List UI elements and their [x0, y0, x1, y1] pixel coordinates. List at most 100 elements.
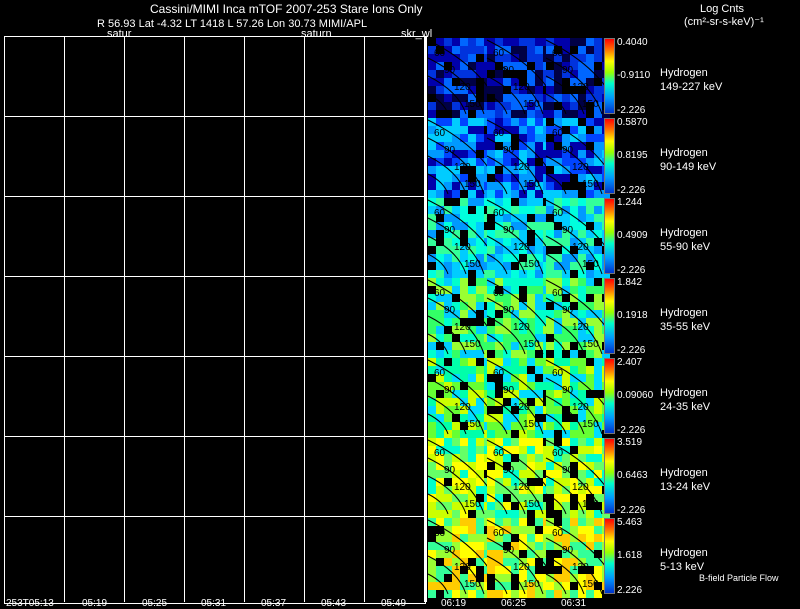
heatmap-cell: [476, 486, 484, 494]
heatmap-cell: [487, 462, 495, 470]
heatmap-cell: [594, 358, 602, 366]
heatmap-cell: [519, 118, 527, 126]
colorbar-min-label: -2.226: [617, 105, 646, 116]
pitch-angle-label: 120: [454, 242, 471, 253]
heatmap-cell: [535, 358, 543, 366]
heatmap-cell: [503, 494, 511, 502]
heatmap-cell: [503, 406, 511, 414]
heatmap-cell: [519, 462, 527, 470]
heatmap-cell: [535, 446, 543, 454]
heatmap-cell: [586, 430, 594, 438]
time-label: 05:37: [261, 598, 287, 609]
pitch-angle-label: 60: [434, 48, 446, 59]
heatmap-cell: [586, 134, 594, 142]
heatmap-cell: [519, 542, 527, 550]
heatmap-cell: [554, 254, 562, 262]
pitch-angle-label: 150: [523, 579, 540, 590]
heatmap-cell: [535, 54, 543, 62]
heatmap-cell: [476, 222, 484, 230]
heatmap-cell: [586, 534, 594, 542]
pitch-angle-label: 60: [552, 208, 564, 219]
heatmap-cell: [460, 142, 468, 150]
heatmap-cell: [503, 486, 511, 494]
heatmap-cell: [436, 390, 444, 398]
heatmap-cell: [527, 590, 535, 598]
heatmap-cell: [562, 406, 570, 414]
heatmap-cell: [535, 462, 543, 470]
heatmap-cell: [503, 158, 511, 166]
heatmap-cell: [578, 150, 586, 158]
heatmap-cell: [452, 502, 460, 510]
heatmap-cell: [436, 246, 444, 254]
pitch-angle-label: 150: [582, 179, 599, 190]
heatmap-cell: [562, 558, 570, 566]
heatmap-cell: [503, 358, 511, 366]
heatmap-cell: [444, 398, 452, 406]
time-label: 06:31: [561, 598, 587, 609]
heatmap-cell: [594, 86, 602, 94]
pitch-angle-label: 120: [454, 82, 471, 93]
heatmap-cell: [570, 582, 578, 590]
time-label: 05:49: [381, 598, 407, 609]
heatmap-cell: [460, 190, 468, 198]
heatmap-cell: [468, 126, 476, 134]
colorbar-max-label: 2.407: [617, 357, 643, 368]
heatmap-cell: [562, 454, 570, 462]
heatmap-cell: [460, 462, 468, 470]
heatmap-cell: [527, 134, 535, 142]
heatmap-cell: [562, 238, 570, 246]
heatmap-cell: [487, 86, 495, 94]
pitch-angle-label: 60: [552, 448, 564, 459]
energy-band-label: Hydrogen 5-13 keV: [660, 546, 708, 574]
heatmap-cell: [519, 518, 527, 526]
heatmap-cell: [487, 422, 495, 430]
heatmap-cell: [476, 478, 484, 486]
heatmap-cell: [428, 406, 436, 414]
heatmap-cell: [468, 214, 476, 222]
heatmap-cell: [495, 110, 503, 118]
heatmap-cell: [535, 558, 543, 566]
pitch-angle-label: 150: [523, 499, 540, 510]
heatmap-cell: [519, 430, 527, 438]
heatmap-cell: [444, 478, 452, 486]
heatmap-cell: [487, 190, 495, 198]
heatmap-cell: [460, 150, 468, 158]
heatmap-cell: [444, 94, 452, 102]
pitch-angle-label: 90: [503, 545, 515, 556]
heatmap-cell: [503, 326, 511, 334]
heatmap-cell: [468, 278, 476, 286]
pitch-angle-label: 120: [513, 82, 530, 93]
heatmap-cell: [460, 446, 468, 454]
heatmap-cell: [436, 566, 444, 574]
heatmap-cell: [444, 78, 452, 86]
heatmap-cell: [436, 342, 444, 350]
heatmap-cell: [519, 110, 527, 118]
heatmap-cell: [436, 430, 444, 438]
heatmap-cell: [594, 118, 602, 126]
heatmap-cell: [468, 470, 476, 478]
pitch-angle-label: 120: [572, 242, 589, 253]
heatmap-cell: [554, 566, 562, 574]
heatmap-cell: [460, 310, 468, 318]
heatmap-cell: [554, 262, 562, 270]
heatmap-cell: [535, 278, 543, 286]
heatmap-cell: [562, 518, 570, 526]
heatmap-cell: [452, 126, 460, 134]
heatmap-cell: [578, 518, 586, 526]
heatmap-cell: [594, 54, 602, 62]
heatmap-cell: [554, 102, 562, 110]
heatmap-cell: [586, 278, 594, 286]
heatmap-cell: [594, 278, 602, 286]
heatmap-cell: [535, 478, 543, 486]
heatmap-cell: [546, 510, 554, 518]
heatmap-cell: [570, 422, 578, 430]
heatmap-cell: [444, 198, 452, 206]
pitch-angle-label: 60: [434, 208, 446, 219]
heatmap-cell: [487, 582, 495, 590]
heatmap-cell: [495, 470, 503, 478]
heatmap-cell: [487, 182, 495, 190]
heatmap-cell: [594, 158, 602, 166]
heatmap-cell: [511, 430, 519, 438]
heatmap-cell: [594, 446, 602, 454]
heatmap-cell: [428, 246, 436, 254]
